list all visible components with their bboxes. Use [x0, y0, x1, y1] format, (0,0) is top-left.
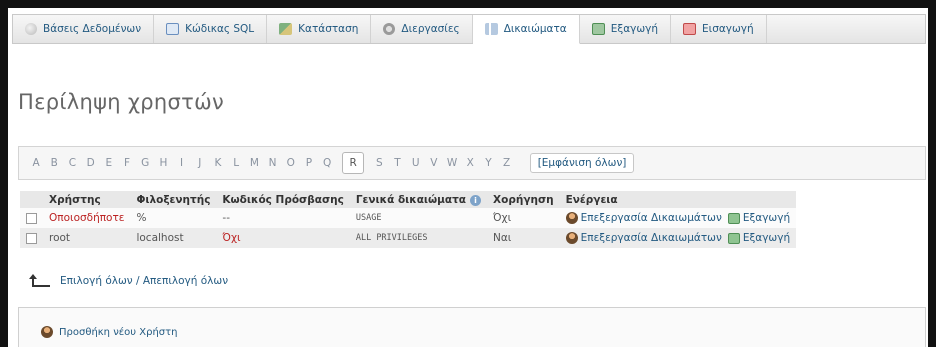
letter-link[interactable]: V — [425, 157, 443, 169]
letter-link[interactable]: H — [154, 157, 172, 169]
tab-label: Εξαγωγή — [610, 23, 659, 35]
letter-link[interactable]: W — [443, 157, 461, 169]
action-cell: Επεξεργασία Δικαιωμάτων Εξαγωγή — [559, 208, 797, 228]
column-header-user[interactable]: Χρήστης — [43, 191, 131, 208]
processes-icon — [383, 23, 396, 35]
tab-import[interactable]: Εισαγωγή — [671, 15, 767, 43]
export-link[interactable]: Εξαγωγή — [743, 212, 790, 224]
row-checkbox[interactable] — [26, 212, 37, 224]
password-cell: Όχι — [216, 228, 350, 248]
select-arrow-icon — [28, 274, 50, 288]
password-cell: -- — [216, 208, 350, 228]
tab-label: Διεργασίες — [401, 23, 460, 35]
column-header-action: Ενέργεια — [559, 191, 797, 208]
tab-status[interactable]: Κατάσταση — [267, 15, 372, 43]
letter-link[interactable]: G — [136, 157, 154, 169]
table-header-row: Χρήστης Φιλοξενητής Κωδικός Πρόσβασης Γε… — [20, 191, 797, 208]
grant-cell: Ναι — [487, 228, 560, 248]
privileges-cell: USAGE — [349, 208, 488, 228]
letter-link[interactable]: D — [82, 157, 100, 169]
add-user-label: Προσθήκη νέου Χρήστη — [59, 326, 178, 338]
letter-link[interactable]: M — [245, 157, 263, 169]
sql-icon — [166, 23, 180, 35]
row-checkbox[interactable] — [26, 232, 37, 244]
letter-link[interactable]: B — [45, 157, 63, 169]
grant-cell: Όχι — [487, 208, 560, 228]
export-icon — [727, 232, 740, 244]
letter-link[interactable]: P — [300, 157, 318, 169]
selected-letter[interactable]: R — [342, 152, 365, 174]
show-all-button[interactable]: [Εμφάνιση όλων] — [529, 153, 635, 173]
letter-link[interactable]: Q — [318, 157, 336, 169]
action-cell: Επεξεργασία Δικαιωμάτων Εξαγωγή — [559, 228, 797, 248]
edit-privileges-icon — [565, 212, 578, 224]
edit-privileges-icon — [565, 232, 578, 244]
tab-privileges[interactable]: Δικαιώματα — [472, 15, 580, 44]
letter-link[interactable]: L — [227, 157, 245, 169]
users-table: Χρήστης Φιλοξενητής Κωδικός Πρόσβασης Γε… — [20, 191, 797, 248]
letter-link[interactable]: T — [388, 157, 406, 169]
letter-link[interactable]: N — [263, 157, 281, 169]
tab-export[interactable]: Εξαγωγή — [580, 15, 672, 43]
privileges-cell: ALL PRIVILEGES — [349, 228, 488, 248]
select-all-row: Επιλογή όλων / Απεπιλογή όλων — [28, 274, 228, 288]
checkbox-column-header — [20, 191, 43, 208]
privileges-icon — [484, 23, 498, 35]
host-cell: localhost — [130, 228, 217, 248]
tab-label: Βάσεις Δεδομένων — [43, 23, 142, 35]
export-icon — [591, 23, 605, 35]
letter-link[interactable]: U — [407, 157, 425, 169]
letter-link[interactable]: X — [461, 157, 479, 169]
database-icon — [25, 23, 37, 35]
add-user-fieldset: Προσθήκη νέου Χρήστη — [18, 307, 926, 347]
column-header-host[interactable]: Φιλοξενητής — [130, 191, 217, 208]
letter-link[interactable]: Z — [498, 157, 516, 169]
info-icon: i — [470, 194, 482, 206]
tab-label: Δικαιώματα — [503, 23, 567, 35]
user-cell: Οποιοσδήποτε — [43, 208, 131, 228]
tab-processes[interactable]: Διεργασίες — [371, 15, 473, 43]
column-header-grant[interactable]: Χορήγηση — [487, 191, 560, 208]
user-cell: root — [43, 228, 131, 248]
tab-label: Κώδικας SQL — [185, 23, 255, 35]
add-user-link[interactable]: Προσθήκη νέου Χρήστη — [41, 326, 178, 338]
letter-link[interactable]: A — [27, 157, 45, 169]
letter-link[interactable]: C — [63, 157, 81, 169]
page-title: Περίληψη χρηστών — [18, 90, 224, 114]
letter-link[interactable]: J — [191, 157, 209, 169]
letter-link[interactable]: S — [370, 157, 388, 169]
edit-privileges-link[interactable]: Επεξεργασία Δικαιωμάτων — [581, 212, 722, 224]
letter-link[interactable]: F — [118, 157, 136, 169]
tab-label: Κατάσταση — [298, 23, 359, 35]
tab-label: Εισαγωγή — [702, 23, 754, 35]
table-row: root localhost Όχι ALL PRIVILEGES Ναι Επ… — [20, 228, 797, 248]
column-header-password[interactable]: Κωδικός Πρόσβασης — [216, 191, 350, 208]
host-cell: % — [130, 208, 217, 228]
privileges-header-label: Γενικά δικαιώματα — [355, 194, 467, 206]
tab-bar: Βάσεις Δεδομένων Κώδικας SQL Κατάσταση Δ… — [12, 14, 926, 44]
tab-databases[interactable]: Βάσεις Δεδομένων — [13, 15, 155, 43]
alphabet-filter: A B C D E F G H I J K L M N O P Q R S T … — [18, 146, 926, 180]
add-user-icon — [41, 326, 53, 338]
row-checkbox-cell — [20, 208, 43, 228]
letter-link[interactable]: Y — [479, 157, 497, 169]
status-icon — [279, 23, 293, 35]
table-row: Οποιοσδήποτε % -- USAGE Όχι Επεξεργασία … — [20, 208, 797, 228]
letter-link[interactable]: I — [173, 157, 191, 169]
export-icon — [727, 212, 740, 224]
import-icon — [683, 23, 697, 35]
letter-link[interactable]: E — [100, 157, 118, 169]
select-all-link[interactable]: Επιλογή όλων / Απεπιλογή όλων — [60, 275, 228, 287]
row-checkbox-cell — [20, 228, 43, 248]
export-link[interactable]: Εξαγωγή — [743, 232, 790, 244]
edit-privileges-link[interactable]: Επεξεργασία Δικαιωμάτων — [581, 232, 722, 244]
tab-sql[interactable]: Κώδικας SQL — [154, 15, 268, 43]
letter-link[interactable]: O — [282, 157, 300, 169]
column-header-privileges[interactable]: Γενικά δικαιώματα i — [349, 191, 488, 208]
letter-link[interactable]: K — [209, 157, 227, 169]
